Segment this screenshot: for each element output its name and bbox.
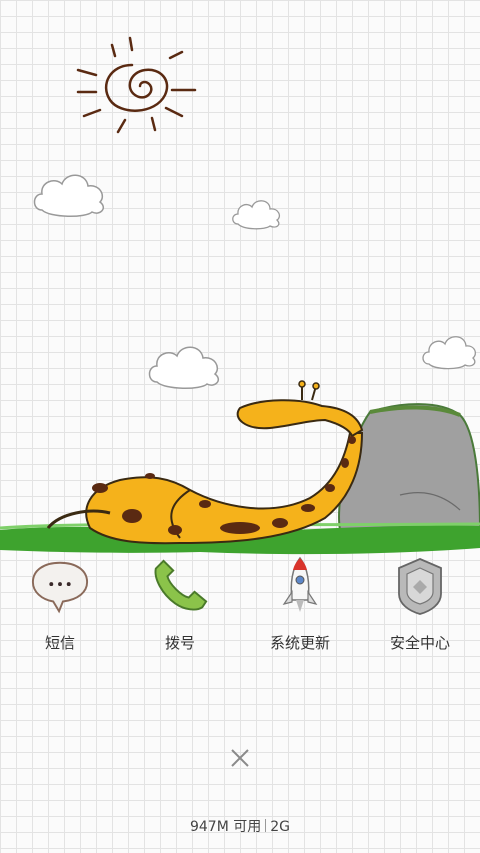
app-label: 系统更新 [269, 634, 330, 652]
app-security-center[interactable]: 安全中心 [370, 556, 470, 666]
shield-icon [390, 556, 450, 616]
phone-handset-icon [150, 556, 210, 616]
close-x-icon[interactable] [228, 746, 252, 770]
wallpaper-scene [0, 0, 480, 560]
divider [265, 819, 267, 832]
status-bar: 947M 可用 2G [0, 816, 480, 836]
app-dialer[interactable]: 拨号 [130, 556, 230, 666]
app-dock: 短信 拨号 系统更新 安全中心 [0, 556, 480, 666]
app-label: 安全中心 [389, 634, 450, 652]
giraffe-drawing [46, 380, 364, 545]
app-label: 拨号 [164, 634, 195, 652]
cloud [232, 200, 281, 230]
sun-drawing [76, 36, 197, 134]
cloud [33, 174, 104, 217]
rocket-icon [270, 556, 330, 616]
cloud [422, 336, 477, 370]
app-label: 短信 [44, 634, 75, 652]
memory-available: 947M 可用 [189, 819, 262, 835]
message-bubble-icon [30, 556, 90, 616]
app-system-update[interactable]: 系统更新 [250, 556, 350, 666]
app-sms[interactable]: 短信 [10, 556, 110, 666]
network-type: 2G [270, 819, 291, 835]
